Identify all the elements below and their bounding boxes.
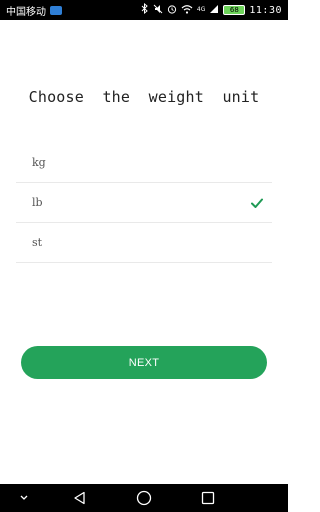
recents-icon[interactable] [192,484,224,512]
home-icon[interactable] [128,484,160,512]
status-left: 中国移动 [6,3,62,18]
wifi-icon [181,4,193,17]
navigation-bar [0,484,288,512]
alarm-icon [167,4,177,17]
status-right: 4G 68 11:30 [141,2,282,17]
mute-icon [153,4,163,17]
unit-option-st[interactable]: st [16,223,272,263]
unit-option-label: lb [32,196,43,209]
next-button[interactable]: NEXT [21,346,267,379]
notification-icon [50,5,62,15]
status-time: 11:30 [249,4,282,16]
unit-option-lb[interactable]: lb [16,183,272,223]
page-title: Choose the weight unit [28,88,260,106]
carrier-name: 中国移动 [6,6,46,18]
unit-option-label: st [32,236,43,249]
check-icon [251,198,263,208]
chevron-down-icon[interactable] [8,484,40,512]
status-bar: 中国移动 4G 68 11:30 [0,0,288,20]
battery-icon: 68 [223,5,246,15]
battery-level: 68 [229,6,239,14]
bluetooth-icon [141,2,149,17]
unit-option-label: kg [32,156,46,169]
unit-list: kg lb st [16,143,272,263]
network-type: 4G [196,6,206,13]
signal-icon [209,4,219,17]
unit-option-kg[interactable]: kg [16,143,272,183]
weight-unit-screen: 中国移动 4G 68 11:30 Choose the weight unit … [0,0,288,512]
back-icon[interactable] [64,484,96,512]
